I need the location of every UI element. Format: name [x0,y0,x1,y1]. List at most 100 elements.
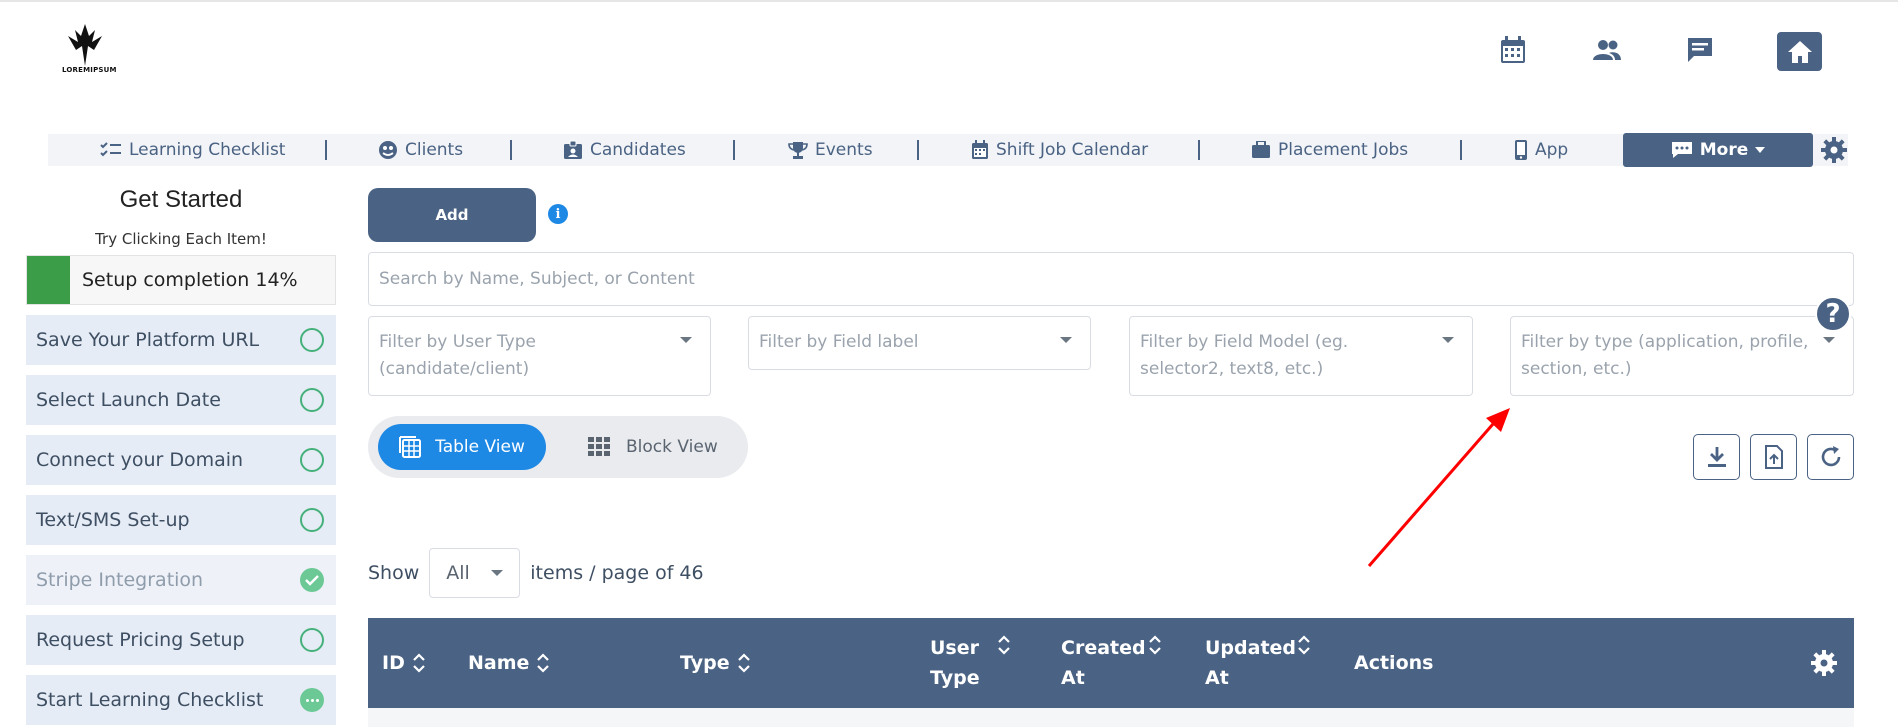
column-label: Type [680,652,730,674]
column-type[interactable]: Type [680,618,750,708]
progress-label: Setup completion 14% [82,269,298,291]
column-label: User Type [930,637,980,689]
setup-item-domain[interactable]: Connect your Domain [26,435,336,485]
sort-icon [413,652,425,674]
chat-icon[interactable] [1682,32,1718,68]
setup-item-stripe[interactable]: Stripe Integration [26,555,336,605]
nav-separator [1460,140,1462,160]
filter-placeholder: Filter by type (application, profile, se… [1521,332,1809,379]
per-page-select[interactable]: All [429,548,521,598]
nav-item-shift-job-calendar[interactable]: Shift Job Calendar [971,137,1148,163]
setup-item-learning-checklist[interactable]: Start Learning Checklist [26,675,336,725]
pagination-control: Show All items / page of 46 [368,548,704,598]
caret-down-icon [491,570,504,576]
search-placeholder: Search by Name, Subject, or Content [379,269,695,289]
setup-item-sms[interactable]: Text/SMS Set-up [26,495,336,545]
mobile-icon [1515,140,1527,160]
annotation-arrow [1367,408,1510,567]
filter-type[interactable]: Filter by type (application, profile, se… [1510,316,1854,396]
top-border [0,0,1898,2]
upload-file-button[interactable] [1750,434,1797,480]
check-circle-icon [300,568,324,592]
id-card-icon [564,140,582,159]
add-button[interactable]: Add [368,188,536,242]
table-view-label: Table View [435,437,525,457]
nav-separator [325,140,327,160]
nav-item-events[interactable]: Events [788,137,873,163]
file-upload-icon [1764,445,1783,469]
download-icon [1707,447,1726,467]
help-icon[interactable]: ? [1815,296,1851,332]
progress-fill [27,256,70,304]
block-view-label: Block View [626,437,718,457]
nav-label: Candidates [590,140,686,160]
setup-item-label: Save Your Platform URL [36,329,260,351]
nav-item-learning-checklist[interactable]: Learning Checklist [100,137,285,163]
get-started-subtitle: Try Clicking Each Item! [95,230,267,248]
column-created-at[interactable]: Created At [1061,618,1181,708]
settings-gear-icon[interactable] [1820,136,1848,164]
comment-icon [1671,142,1692,158]
clients-icon [379,141,397,159]
column-actions: Actions [1354,618,1433,708]
column-label: Actions [1354,652,1434,674]
filter-placeholder: Filter by User Type (candidate/client) [379,332,536,379]
pending-circle-icon [300,388,324,412]
caret-down-icon [1755,147,1766,153]
column-label: Updated At [1205,637,1297,689]
setup-item-label: Stripe Integration [36,569,204,591]
brand-logo-text: LOREMIPSUM [62,66,117,74]
column-updated-at[interactable]: Updated At [1205,618,1325,708]
nav-label: Shift Job Calendar [996,140,1149,160]
column-id[interactable]: ID [382,618,425,708]
setup-item-launch-date[interactable]: Select Launch Date [26,375,336,425]
column-name[interactable]: Name [468,618,550,708]
refresh-button[interactable] [1807,434,1854,480]
info-icon[interactable]: i [548,204,568,224]
pending-circle-icon [300,508,324,532]
sort-icon [1298,634,1310,656]
nav-label: Events [815,140,873,160]
home-icon [1787,40,1812,63]
column-user-type[interactable]: User Type [930,618,1030,708]
filter-placeholder: Filter by Field label [759,332,919,352]
column-settings-gear-icon[interactable] [1810,618,1838,708]
home-button[interactable] [1777,32,1822,71]
sort-icon [737,652,750,674]
setup-item-label: Connect your Domain [36,449,244,471]
more-label: More [1699,140,1749,160]
table-icon [399,436,422,458]
search-input[interactable]: Search by Name, Subject, or Content [368,252,1854,306]
caret-down-icon [1823,337,1835,343]
pending-circle-icon [300,328,324,352]
filter-field-model[interactable]: Filter by Field Model (eg. selector2, te… [1129,316,1473,396]
pending-circle-icon [300,448,324,472]
download-button[interactable] [1693,434,1740,480]
show-label: Show [368,562,420,584]
caret-down-icon [1442,337,1454,343]
users-icon[interactable] [1589,32,1625,68]
nav-item-clients[interactable]: Clients [378,137,463,163]
nav-item-app[interactable]: App [1514,137,1568,163]
calendar-icon[interactable] [1495,32,1531,68]
filter-field-label[interactable]: Filter by Field label [748,316,1091,370]
setup-item-pricing[interactable]: Request Pricing Setup [26,615,336,665]
table-body [368,708,1854,727]
trophy-icon [788,142,808,159]
nav-label: App [1535,140,1569,160]
sort-icon [1149,634,1161,656]
briefcase-icon [1252,141,1270,158]
nav-item-candidates[interactable]: Candidates [563,137,686,163]
setup-item-platform-url[interactable]: Save Your Platform URL [26,315,336,365]
nav-item-placement-jobs[interactable]: Placement Jobs [1251,137,1408,163]
get-started-title: Get Started [119,186,243,213]
per-page-value: All [446,562,470,584]
nav-separator [1198,140,1200,160]
filter-user-type[interactable]: Filter by User Type (candidate/client) [368,316,711,396]
block-view-button[interactable]: Block View [588,424,738,470]
nav-separator [917,140,919,160]
column-label: ID [382,652,405,674]
calendar-icon [972,140,988,159]
more-menu-button[interactable]: More [1623,133,1813,167]
table-view-button[interactable]: Table View [378,424,546,470]
